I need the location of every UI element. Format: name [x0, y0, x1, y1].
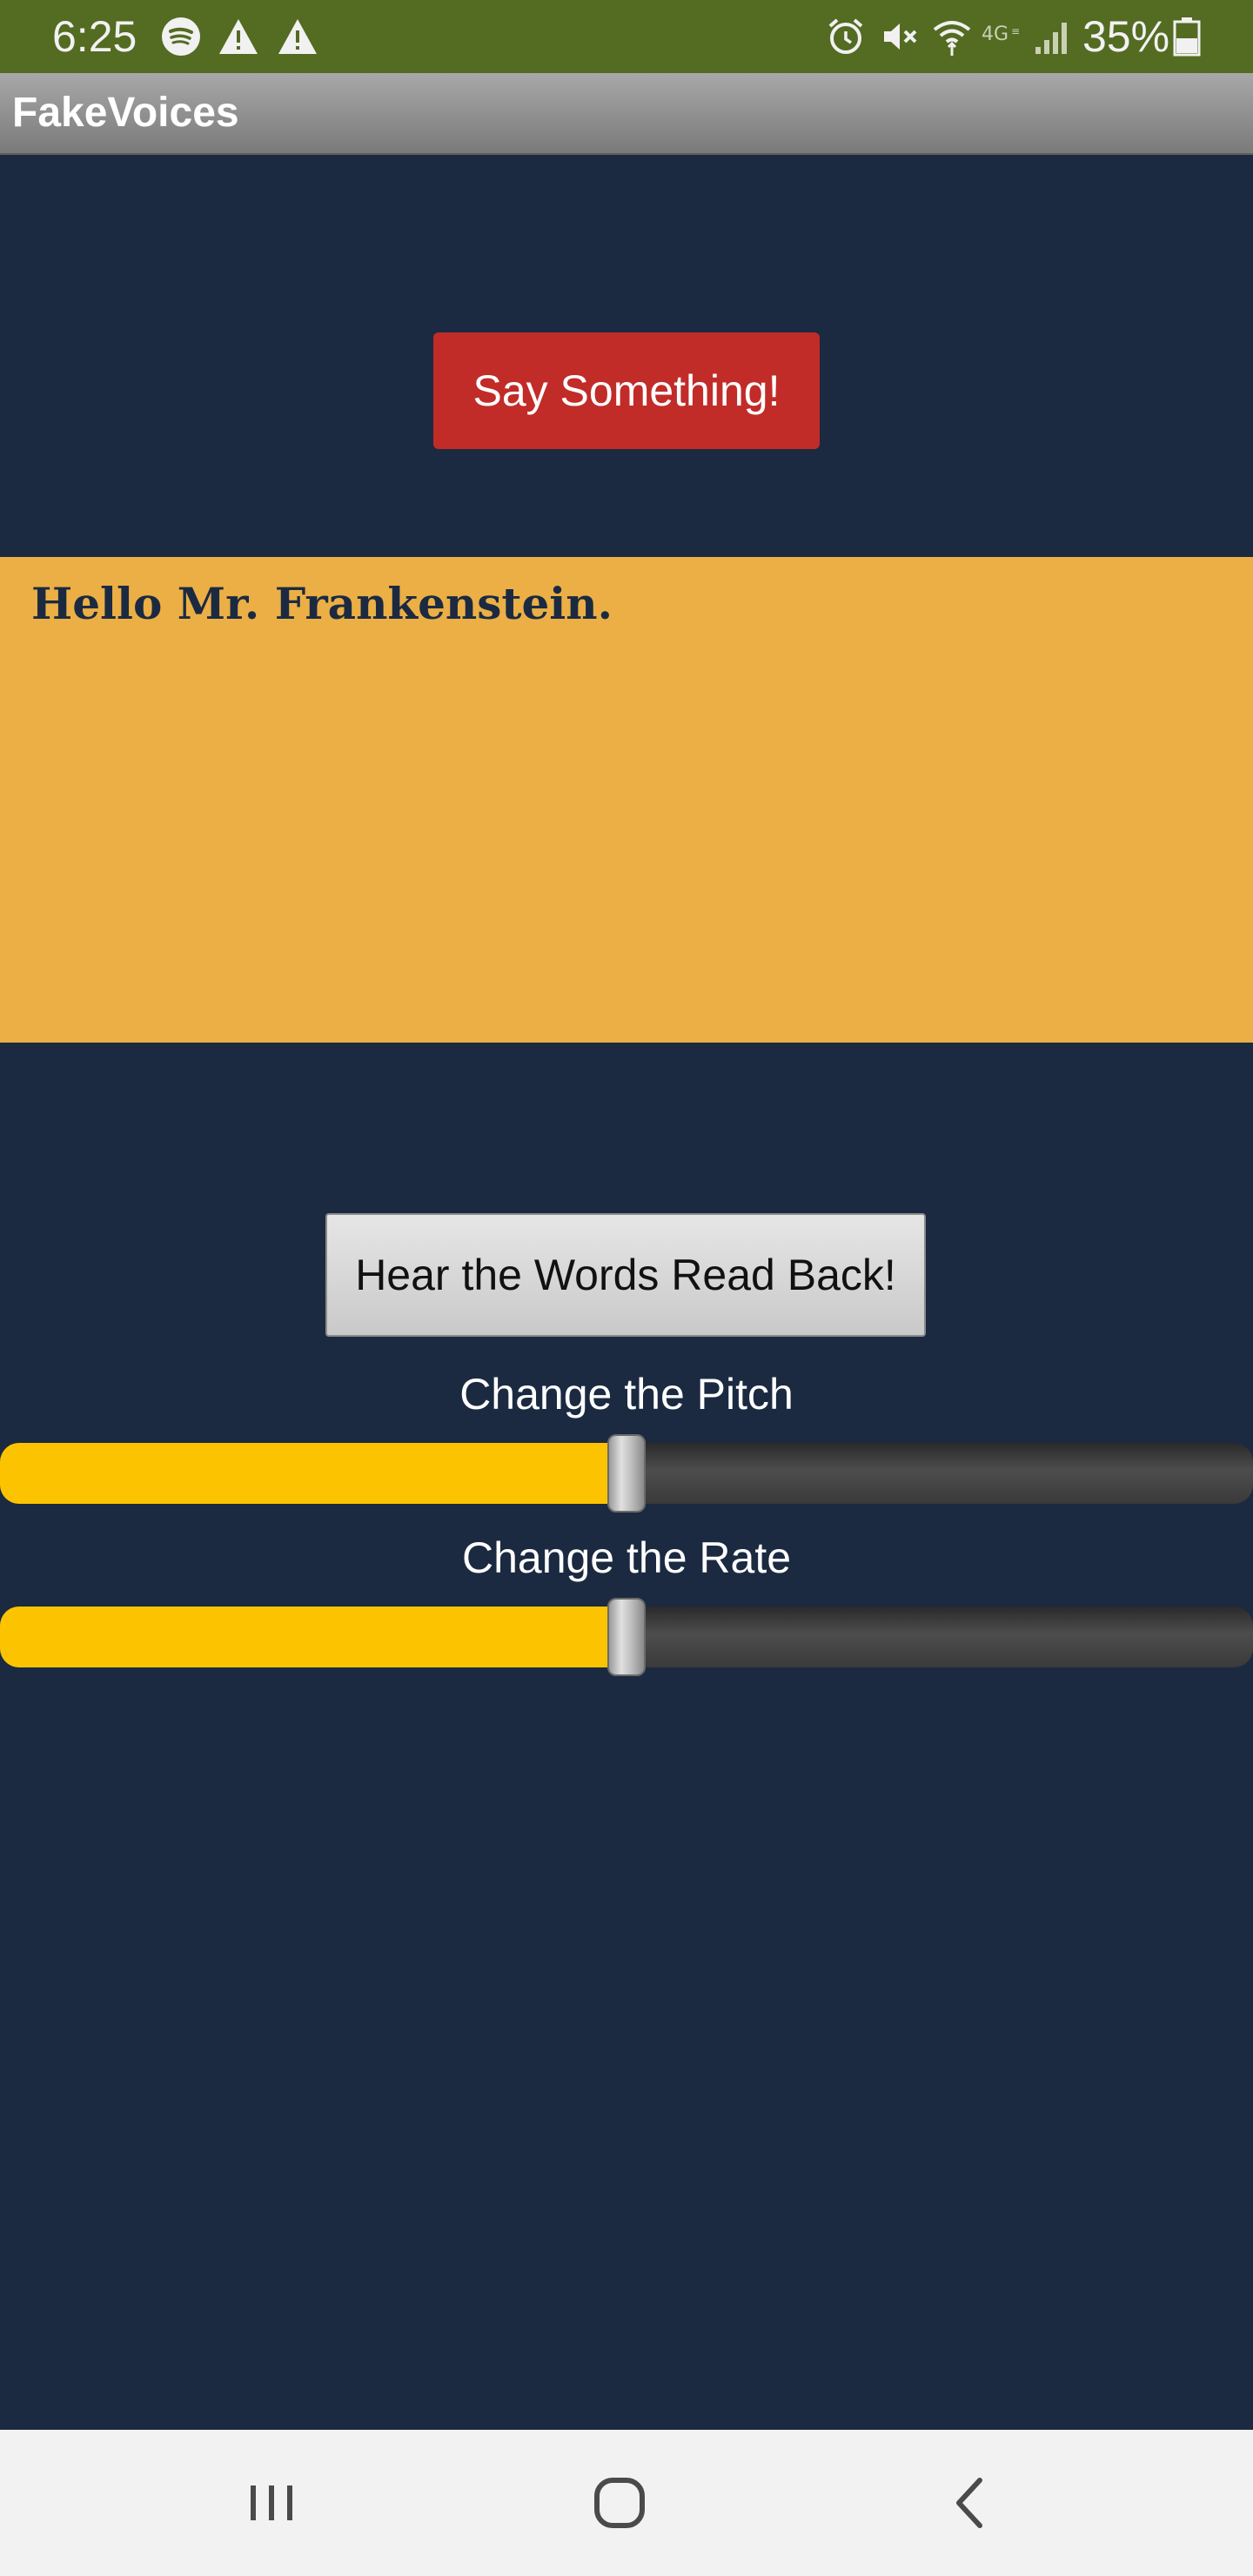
svg-text:≡: ≡	[1011, 25, 1020, 37]
speech-text-box: Hello Mr. Frankenstein.	[0, 557, 1253, 1043]
hear-words-read-back-button[interactable]: Hear the Words Read Back!	[325, 1213, 926, 1337]
app-title-bar: FakeVoices	[0, 73, 1253, 155]
rate-slider-fill	[0, 1607, 626, 1667]
say-something-button[interactable]: Say Something!	[433, 332, 820, 449]
pitch-slider[interactable]	[0, 1434, 1253, 1513]
back-icon[interactable]	[936, 2468, 1006, 2538]
alarm-icon	[825, 16, 867, 57]
mute-icon	[879, 16, 921, 57]
home-icon[interactable]	[585, 2468, 654, 2538]
pitch-slider-fill	[0, 1443, 626, 1504]
battery-icon	[1171, 16, 1203, 57]
status-time: 6:25	[52, 12, 137, 61]
svg-text:4G: 4G	[982, 23, 1008, 45]
spotify-icon	[160, 16, 202, 57]
warning-icon	[277, 16, 318, 57]
pitch-slider-label: Change the Pitch	[459, 1370, 794, 1419]
navigation-bar	[0, 2430, 1253, 2576]
signal-icon	[1032, 16, 1074, 57]
speech-text: Hello Mr. Frankenstein.	[31, 578, 613, 629]
warning-icon	[218, 16, 259, 57]
4g-icon: 4G ≡	[980, 16, 1029, 57]
rate-slider[interactable]	[0, 1598, 1253, 1676]
rate-slider-thumb[interactable]	[607, 1598, 646, 1676]
status-bar: 6:25 4G ≡ 35%	[0, 0, 1253, 73]
rate-slider-label: Change the Rate	[461, 1533, 792, 1582]
wifi-calling-icon	[931, 16, 973, 57]
app-title: FakeVoices	[12, 90, 239, 136]
pitch-slider-thumb[interactable]	[607, 1434, 646, 1513]
recents-icon[interactable]	[237, 2468, 306, 2538]
battery-percent: 35%	[1082, 12, 1170, 61]
